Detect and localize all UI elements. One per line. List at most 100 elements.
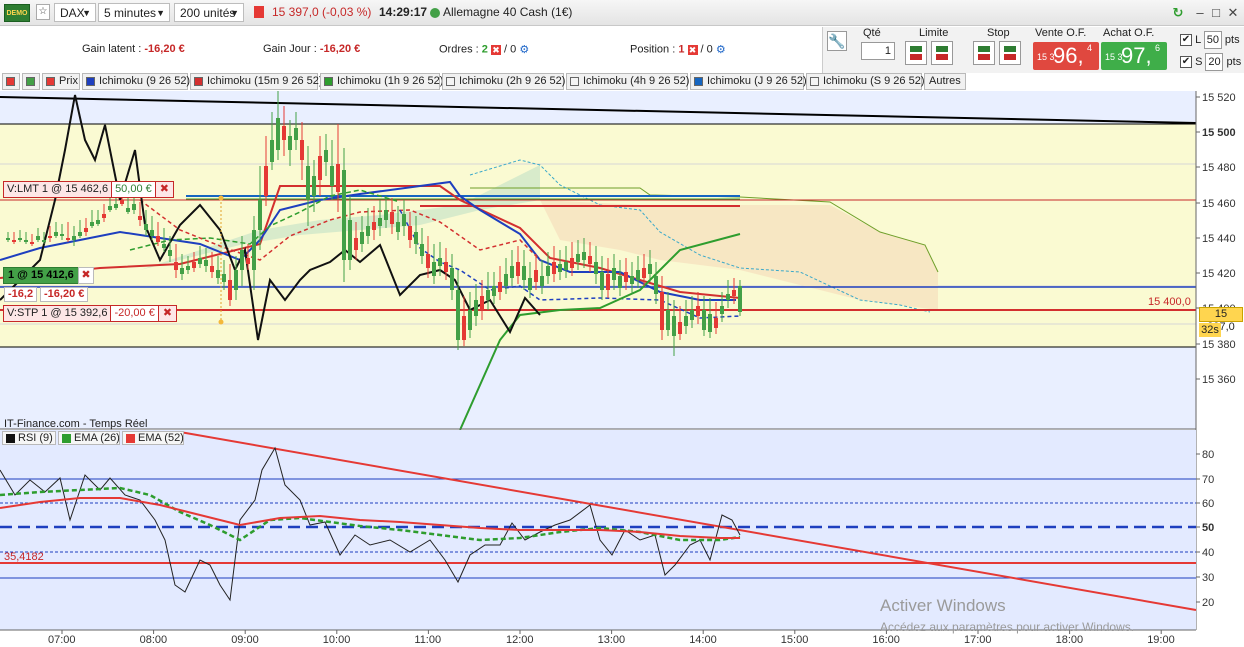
candle-body — [402, 214, 406, 226]
tab-ichimoku-5m[interactable]: Ichimoku (9 26 52) — [82, 73, 190, 90]
candle-body — [108, 206, 112, 210]
time-tick-label: 10:00 — [323, 634, 351, 646]
legend-ema52[interactable]: EMA (52) — [122, 431, 184, 445]
position-tag[interactable]: 1 @ 15 412,6 — [3, 267, 79, 284]
price-axis-bg — [1196, 91, 1244, 647]
rsi-tick-label: 60 — [1202, 498, 1214, 510]
candle-body — [360, 232, 364, 244]
candle-body — [534, 270, 538, 282]
units-select[interactable]: 200 unités ▼ — [174, 3, 244, 22]
tab-ichimoku-s[interactable]: Ichimoku (S 9 26 52) — [806, 73, 925, 90]
candle-body — [618, 276, 622, 288]
refresh-icon[interactable]: ↻ — [1170, 5, 1186, 21]
gear-icon[interactable]: ⚙ — [519, 43, 529, 56]
tab-ichimoku-4h[interactable]: Ichimoku (4h 9 26 52) — [566, 73, 689, 90]
rsi-tick-label: 40 — [1202, 547, 1214, 559]
candle-body — [702, 310, 706, 330]
price-chart[interactable]: 15 520 15 500 15 480 15 460 15 440 15 420 15 4… — [0, 91, 1244, 647]
instrument-name: Allemagne 40 Cash (1€) — [443, 5, 573, 19]
candle-body — [612, 268, 616, 280]
data-source-label: IT-Finance.com - Temps Réel — [4, 418, 148, 430]
candle-body — [696, 306, 700, 316]
close-icon[interactable]: ✕ — [1225, 5, 1241, 21]
close-position-tag-icon[interactable]: ✖ — [78, 267, 94, 284]
chevron-down-icon: ▼ — [230, 8, 239, 18]
candle-countdown: 32s — [1199, 323, 1221, 337]
candle-body — [216, 270, 220, 278]
position-count-active: 1 — [678, 43, 685, 56]
candle-body — [276, 118, 280, 150]
time-tick-label: 12:00 — [506, 634, 534, 646]
minimize-icon[interactable]: – — [1192, 5, 1208, 21]
stop-sell-icon[interactable] — [999, 41, 1021, 65]
position-summary[interactable]: Position : 1 ✖ / 0 ⚙ — [630, 43, 726, 56]
legend-ema26[interactable]: EMA (26) — [58, 431, 120, 445]
position-pnl-euros: -16,20 € — [40, 287, 89, 302]
close-orders-icon[interactable]: ✖ — [490, 44, 501, 55]
limit-distance-label: L — [1195, 33, 1201, 46]
tab-ichimoku-1h[interactable]: Ichimoku (1h 9 26 52) — [320, 73, 443, 90]
orders-count-pending: 0 — [510, 43, 517, 56]
orders-summary[interactable]: Ordres : 2 ✖ / 0 ⚙ — [439, 43, 529, 56]
limit-buy-icon[interactable] — [905, 41, 927, 65]
tab-autres[interactable]: Autres — [924, 73, 966, 90]
cancel-stop-icon[interactable]: ✖ — [159, 306, 176, 321]
quantity-input[interactable]: 1 — [861, 42, 895, 60]
candle-body — [126, 208, 130, 212]
limit-order-amount: 50,00 € — [112, 182, 156, 197]
time-tick-label: 07:00 — [48, 634, 76, 646]
units-value: 200 unités — [180, 6, 236, 20]
stop-order-amount: -20,00 € — [111, 306, 159, 321]
expand-icon[interactable] — [22, 73, 40, 90]
gain-latent: Gain latent : -16,20 € — [82, 43, 185, 55]
tab-ichimoku-2h[interactable]: Ichimoku (2h 9 26 52) — [442, 73, 565, 90]
limit-order-tag[interactable]: V:LMT 1 @ 15 462,6 50,00 € ✖ — [3, 181, 174, 198]
candle-body — [84, 228, 88, 232]
candle-body — [366, 226, 370, 236]
time-tick-label: 16:00 — [872, 634, 900, 646]
favorite-star-icon[interactable]: ☆ — [36, 4, 50, 20]
tab-ichimoku-15m-label: Ichimoku (15m 9 26 52) — [207, 75, 323, 87]
tab-ichimoku-15m[interactable]: Ichimoku (15m 9 26 52) — [190, 73, 323, 90]
candle-body — [132, 204, 136, 210]
last-price-info: 15 397,0 (-0,03 %) — [272, 5, 372, 19]
cancel-limit-icon[interactable]: ✖ — [156, 182, 173, 197]
stop-label: Stop — [987, 27, 1010, 39]
candle-body — [426, 254, 430, 268]
candle-body — [414, 232, 418, 244]
candle-body — [318, 156, 322, 180]
gear-icon[interactable]: ⚙ — [716, 43, 726, 56]
limit-distance-input[interactable]: 50 — [1203, 31, 1222, 49]
candle-body — [636, 270, 640, 280]
stop-buy-icon[interactable] — [973, 41, 995, 65]
gain-jour: Gain Jour : -16,20 € — [263, 43, 360, 55]
maximize-icon[interactable]: □ — [1208, 5, 1224, 21]
instrument-select[interactable]: DAX ▼ — [54, 3, 96, 22]
limit-checkbox[interactable]: ✔ — [1180, 34, 1192, 46]
candle-body — [342, 170, 346, 260]
candle-body — [600, 272, 604, 290]
limit-order-label: V:LMT 1 @ 15 462,6 — [4, 182, 113, 197]
stop-order-tag[interactable]: V:STP 1 @ 15 392,6 -20,00 € ✖ — [3, 305, 178, 322]
chart-settings-icon[interactable] — [2, 73, 20, 90]
wrench-icon[interactable]: 🔧 — [827, 31, 847, 51]
limit-sell-icon[interactable] — [931, 41, 953, 65]
close-position-icon[interactable]: ✖ — [687, 44, 698, 55]
timeframe-select[interactable]: 5 minutes ▼ — [98, 3, 170, 22]
stop-checkbox[interactable]: ✔ — [1180, 56, 1192, 68]
time-tick-label: 13:00 — [598, 634, 626, 646]
candle-body — [12, 240, 16, 242]
market-status-icon — [254, 6, 264, 18]
stop-distance-input[interactable]: 20 — [1205, 53, 1224, 71]
rsi-tick-label: 50 — [1202, 522, 1214, 534]
candle-body — [486, 290, 490, 300]
legend-rsi[interactable]: RSI (9) — [2, 431, 56, 445]
tab-ichimoku-j[interactable]: Ichimoku (J 9 26 52) — [690, 73, 807, 90]
candle-body — [420, 244, 424, 256]
buy-button[interactable]: 15 3 97, 6 — [1101, 42, 1167, 70]
tab-prix[interactable]: Prix — [42, 73, 80, 90]
sell-button[interactable]: 15 3 96, 4 — [1033, 42, 1099, 70]
limit-distance-row: ✔ L 50 pts — [1180, 31, 1240, 49]
chevron-down-icon: ▼ — [156, 8, 165, 18]
candle-body — [222, 274, 226, 282]
